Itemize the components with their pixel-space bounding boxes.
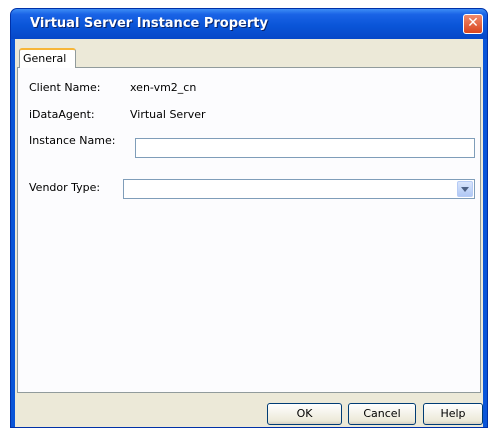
idataagent-label: iDataAgent: (29, 108, 95, 121)
title-bar[interactable]: Virtual Server Instance Property ✕ (11, 9, 487, 39)
tab-panel-general: Client Name: xen-vm2_cn iDataAgent: Virt… (17, 67, 481, 393)
dialog-body: General Client Name: xen-vm2_cn iDataAge… (15, 39, 483, 427)
client-name-label: Client Name: (29, 81, 101, 94)
vendor-type-select[interactable] (123, 179, 475, 199)
close-icon: ✕ (467, 15, 479, 31)
window-title: Virtual Server Instance Property (30, 16, 268, 31)
ok-button[interactable]: OK (267, 403, 342, 425)
vendor-type-label: Vendor Type: (29, 181, 101, 194)
help-button[interactable]: Help (423, 403, 483, 425)
close-button[interactable]: ✕ (463, 14, 483, 34)
idataagent-value: Virtual Server (130, 108, 206, 121)
dialog-window: Virtual Server Instance Property ✕ Gener… (10, 8, 488, 428)
tab-general[interactable]: General (19, 48, 76, 68)
instance-name-input[interactable] (135, 138, 475, 158)
instance-name-label: Instance Name: (29, 134, 116, 147)
chevron-down-icon[interactable] (457, 181, 473, 197)
client-name-value: xen-vm2_cn (130, 81, 197, 94)
cancel-button[interactable]: Cancel (348, 403, 416, 425)
